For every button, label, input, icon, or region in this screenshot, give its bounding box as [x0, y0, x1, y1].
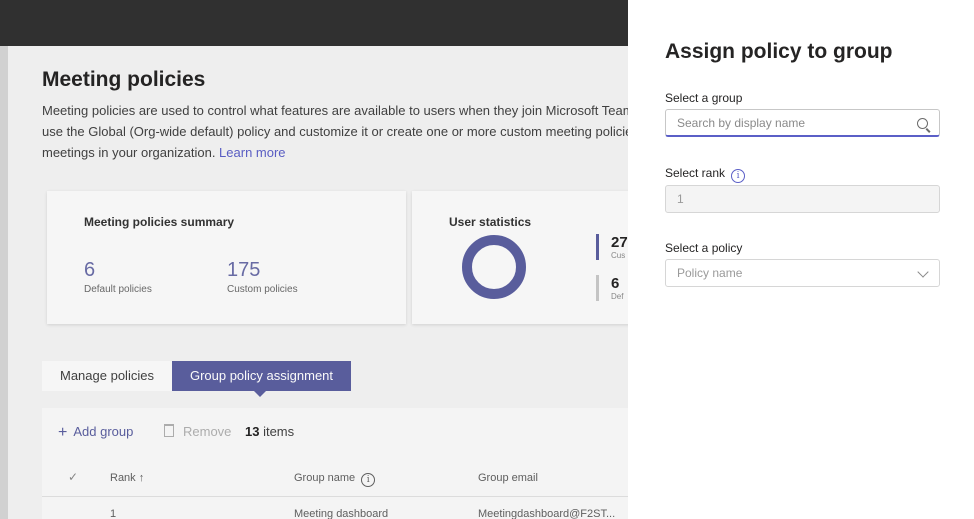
- assign-policy-panel: Assign policy to group Select a group Se…: [628, 0, 974, 519]
- rank-info-icon[interactable]: i: [731, 169, 746, 183]
- policy-dropdown[interactable]: Policy name: [665, 259, 940, 287]
- modal-overlay[interactable]: [0, 0, 628, 519]
- rank-field[interactable]: 1: [665, 185, 940, 213]
- select-rank-label: Select rank: [665, 166, 726, 180]
- panel-title: Assign policy to group: [665, 40, 893, 63]
- group-search-input[interactable]: [665, 109, 940, 137]
- select-rank-label-row: Select rank i: [665, 166, 746, 183]
- search-icon[interactable]: [917, 118, 928, 129]
- select-policy-label: Select a policy: [665, 241, 743, 255]
- select-group-label: Select a group: [665, 91, 743, 105]
- chevron-down-icon: [917, 266, 929, 278]
- policy-dropdown-placeholder: Policy name: [677, 266, 743, 280]
